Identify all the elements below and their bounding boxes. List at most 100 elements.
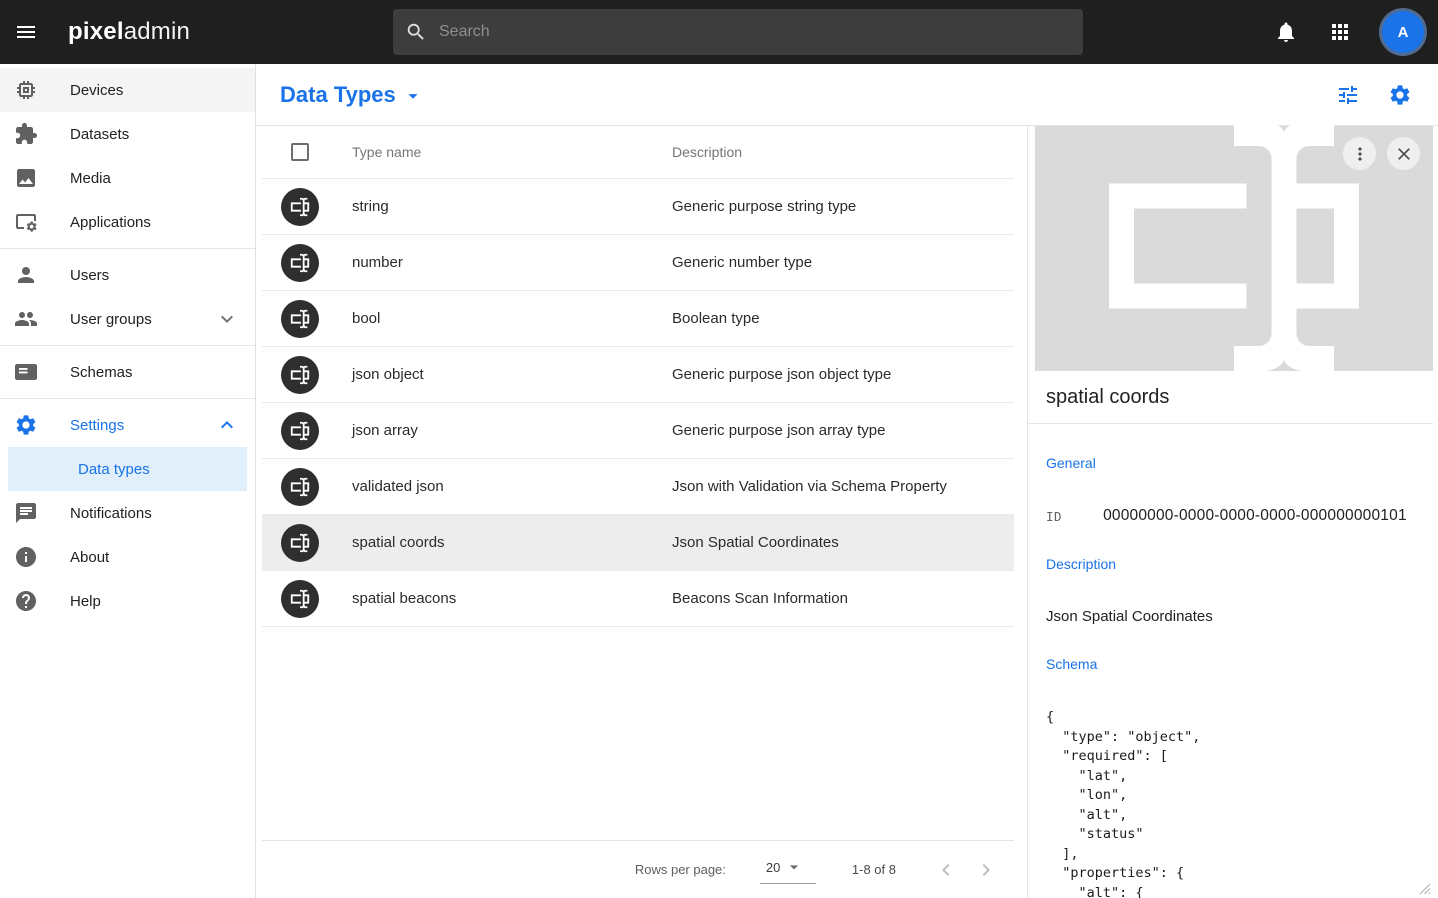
close-panel-icon[interactable]: [1387, 137, 1420, 170]
id-label: ID: [1046, 509, 1062, 524]
sidebar-item-label: Schemas: [70, 364, 239, 381]
banner-actions: [1343, 137, 1420, 170]
menu-hamburger-icon[interactable]: [6, 12, 46, 52]
user-avatar[interactable]: A: [1382, 11, 1424, 53]
cell-type-name: string: [338, 198, 658, 215]
previous-page-chevron-icon[interactable]: [926, 850, 966, 890]
next-page-chevron-icon[interactable]: [966, 850, 1006, 890]
cell-description: Boolean type: [658, 310, 1014, 327]
data-types-table: Type name Description stringGeneric purp…: [256, 126, 1027, 898]
cell-type-name: json array: [338, 422, 658, 439]
sidebar-item-label: Applications: [70, 214, 239, 231]
form-textbox-icon: [1084, 96, 1384, 401]
cell-type-name: number: [338, 254, 658, 271]
sidebar-item-data-types[interactable]: Data types: [8, 447, 247, 491]
table-row-validated-json[interactable]: validated jsonJson with Validation via S…: [262, 459, 1014, 515]
select-all-checkbox[interactable]: [291, 143, 309, 161]
row-avatar-cell: [262, 356, 338, 394]
sidebar-item-label: Users: [70, 267, 239, 284]
sidebar-item-datasets[interactable]: Datasets: [0, 112, 255, 156]
form-textbox-icon: [281, 244, 319, 282]
detail-panel-banner: [1035, 126, 1433, 371]
app-shell: Devices Datasets Media Applications Users Use…: [0, 64, 1438, 898]
sidebar-item-label: User groups: [70, 311, 215, 328]
table-row-json-object[interactable]: json objectGeneric purpose json object t…: [262, 347, 1014, 403]
table-row-string[interactable]: stringGeneric purpose string type: [262, 179, 1014, 235]
form-textbox-icon: [281, 300, 319, 338]
row-avatar-cell: [262, 580, 338, 618]
description-section-label: Description: [1046, 556, 1433, 572]
memory-chip-icon: [14, 78, 38, 102]
form-textbox-icon: [281, 468, 319, 506]
sidebar-item-devices[interactable]: Devices: [0, 68, 255, 112]
cell-type-name: spatial coords: [338, 534, 658, 551]
sidebar-item-notifications[interactable]: Notifications: [0, 491, 255, 535]
resize-handle[interactable]: [1418, 882, 1431, 895]
table-body: stringGeneric purpose string typenumberG…: [262, 179, 1014, 627]
table-row-number[interactable]: numberGeneric number type: [262, 235, 1014, 291]
rows-per-page-value: 20: [766, 860, 780, 875]
pagination-range-label: 1-8 of 8: [852, 862, 896, 877]
sidebar-item-about[interactable]: About: [0, 535, 255, 579]
search-icon: [405, 21, 427, 43]
cell-type-name: bool: [338, 310, 658, 327]
table-row-json-array[interactable]: json arrayGeneric purpose json array typ…: [262, 403, 1014, 459]
notifications-bell-icon[interactable]: [1266, 12, 1306, 52]
people-icon: [14, 307, 38, 331]
sidebar-divider: [0, 248, 255, 249]
apps-grid-icon[interactable]: [1320, 12, 1360, 52]
sidebar-item-label: Media: [70, 170, 239, 187]
sidebar-item-schemas[interactable]: Schemas: [0, 350, 255, 394]
select-dropdown-arrow-icon: [784, 857, 804, 877]
table-row-spatial-beacons[interactable]: spatial beaconsBeacons Scan Information: [262, 571, 1014, 627]
schema-code-textarea[interactable]: { "type": "object", "required": [ "lat",…: [1046, 708, 1433, 898]
chevron-down-icon: [215, 307, 239, 331]
id-row: ID 00000000-0000-0000-0000-000000000101: [1046, 507, 1433, 525]
column-header-type-name: Type name: [338, 144, 658, 160]
sidebar-item-label: Data types: [78, 461, 231, 478]
rows-per-page-select[interactable]: 20: [760, 855, 816, 884]
sidebar-item-label: About: [70, 549, 239, 566]
sidebar-item-user-groups[interactable]: User groups: [0, 297, 255, 341]
more-options-icon[interactable]: [1343, 137, 1376, 170]
cell-description: Generic purpose json array type: [658, 422, 1014, 439]
cell-type-name: json object: [338, 366, 658, 383]
id-value: 00000000-0000-0000-0000-000000000101: [1103, 507, 1407, 525]
page-title-dropdown[interactable]: Data Types: [280, 82, 424, 108]
detail-panel: spatial coords General ID 00000000-0000-…: [1027, 126, 1438, 898]
search-bar[interactable]: [393, 9, 1083, 55]
cell-description: Json with Validation via Schema Property: [658, 478, 1014, 495]
sidebar-item-applications[interactable]: Applications: [0, 200, 255, 244]
sidebar-item-label: Help: [70, 593, 239, 610]
image-icon: [14, 166, 38, 190]
row-avatar-cell: [262, 468, 338, 506]
sidebar-item-help[interactable]: Help: [0, 579, 255, 623]
form-textbox-icon: [281, 356, 319, 394]
cell-description: Json Spatial Coordinates: [658, 534, 1014, 551]
top-app-bar: pixeladmin A: [0, 0, 1438, 64]
topbar-actions: A: [1266, 11, 1438, 53]
form-textbox-icon: [281, 524, 319, 562]
sidebar-item-label: Devices: [70, 82, 239, 99]
search-input[interactable]: [439, 23, 1071, 41]
detail-panel-body: spatial coords General ID 00000000-0000-…: [1028, 371, 1433, 898]
settings-gear-icon[interactable]: [1382, 77, 1418, 113]
info-icon: [14, 545, 38, 569]
chat-icon: [14, 501, 38, 525]
row-avatar-cell: [262, 244, 338, 282]
page-title: Data Types: [280, 82, 396, 108]
table-row-spatial-coords[interactable]: spatial coordsJson Spatial Coordinates: [262, 515, 1014, 571]
sidebar-item-label: Datasets: [70, 126, 239, 143]
table-row-bool[interactable]: boolBoolean type: [262, 291, 1014, 347]
cell-type-name: validated json: [338, 478, 658, 495]
form-textbox-icon: [281, 580, 319, 618]
row-avatar-cell: [262, 300, 338, 338]
puzzle-icon: [14, 122, 38, 146]
sidebar-item-users[interactable]: Users: [0, 253, 255, 297]
sidebar-item-media[interactable]: Media: [0, 156, 255, 200]
row-avatar-cell: [262, 188, 338, 226]
title-dropdown-arrow-icon: [402, 85, 424, 107]
sidebar-item-settings[interactable]: Settings: [0, 403, 255, 447]
cell-description: Beacons Scan Information: [658, 590, 1014, 607]
cell-description: Generic number type: [658, 254, 1014, 271]
